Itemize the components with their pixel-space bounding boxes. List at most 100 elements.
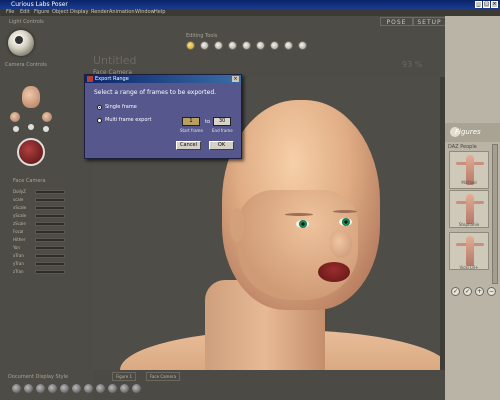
dialog-close-icon[interactable]: × [232, 76, 239, 82]
cancel-button[interactable]: Cancel [176, 141, 201, 150]
display-style-icon[interactable] [72, 384, 81, 393]
light-controls-label: Light Controls [9, 19, 44, 25]
window-title: Curious Labs Poser [11, 1, 68, 8]
poser-app-icon [87, 76, 93, 82]
param-row[interactable]: Hither [13, 237, 68, 243]
display-style-icon[interactable] [12, 384, 21, 393]
editing-tools-label: Editing Tools [186, 33, 218, 39]
title-bar: Curious Labs Poser _ □ × [0, 0, 500, 9]
dialog-message: Select a range of frames to be exported. [94, 89, 217, 96]
view-magnifier-tool-icon[interactable] [298, 41, 307, 50]
library-category[interactable]: DAZ People [448, 144, 477, 150]
display-style-icon[interactable] [48, 384, 57, 393]
add-check-icon[interactable]: ✓ [463, 287, 472, 296]
param-label: zTran [13, 269, 24, 274]
display-style-icon[interactable] [96, 384, 105, 393]
param-row[interactable]: zTran [13, 269, 68, 275]
start-frame-input[interactable]: 1 [182, 117, 200, 126]
display-style-icon[interactable] [120, 384, 129, 393]
translate-tool-icon[interactable] [214, 41, 223, 50]
param-dial[interactable] [35, 246, 65, 250]
camera-scale-icon[interactable] [43, 126, 49, 132]
param-dial[interactable] [35, 190, 65, 194]
single-frame-label: Single frame [105, 104, 137, 110]
param-label: Focal [13, 229, 24, 234]
param-dial[interactable] [35, 262, 65, 266]
param-row[interactable]: xTran [13, 253, 68, 259]
param-label: Hither [13, 237, 26, 242]
apply-check-icon[interactable]: ✓ [451, 287, 460, 296]
minimize-icon[interactable]: _ [475, 1, 482, 8]
menu-display[interactable]: Display [70, 9, 88, 16]
single-frame-radio[interactable] [97, 105, 102, 110]
param-row[interactable]: Focal [13, 229, 68, 235]
param-row[interactable]: xScale [13, 205, 68, 211]
param-dial[interactable] [35, 254, 65, 258]
camera-select-tab[interactable]: Face Camera [146, 372, 181, 381]
multi-frame-radio[interactable] [97, 118, 102, 123]
dialog-title-bar: Export Range × [85, 75, 241, 83]
param-row[interactable]: scale [13, 197, 68, 203]
end-frame-input[interactable]: 30 [213, 117, 231, 126]
right-hand-camera-icon[interactable] [42, 112, 52, 122]
display-style-icon[interactable] [60, 384, 69, 393]
param-dial[interactable] [35, 270, 65, 274]
remove-from-library-icon[interactable]: − [487, 287, 496, 296]
library-scrollbar[interactable] [492, 144, 498, 284]
maximize-icon[interactable]: □ [483, 1, 490, 8]
zoom-level: 93 % [402, 60, 423, 69]
rotate-tool-icon[interactable] [186, 41, 195, 50]
library-item-label: Vicki LR+ [459, 265, 479, 270]
menu-figure[interactable]: Figure [34, 9, 49, 16]
close-icon[interactable]: × [491, 1, 498, 8]
param-row[interactable]: yTran [13, 261, 68, 267]
library-heading: Figures [455, 128, 481, 136]
twist-tool-icon[interactable] [200, 41, 209, 50]
param-dial[interactable] [35, 222, 65, 226]
param-dial[interactable] [35, 238, 65, 242]
menu-window[interactable]: Window [135, 9, 155, 16]
color-tool-icon[interactable] [284, 41, 293, 50]
camera-trackball[interactable] [17, 138, 45, 166]
taper-tool-icon[interactable] [256, 41, 265, 50]
translate-in-out-tool-icon[interactable] [228, 41, 237, 50]
camera-rotate-icon[interactable] [28, 124, 34, 130]
menu-animation[interactable]: Animation [109, 9, 135, 16]
display-style-icon[interactable] [84, 384, 93, 393]
display-style-icon[interactable] [36, 384, 45, 393]
param-row[interactable]: DollyZ [13, 189, 68, 195]
param-label: yScale [13, 213, 27, 218]
param-dial[interactable] [35, 198, 65, 202]
display-style-icon[interactable] [24, 384, 33, 393]
end-frame-label: End frame [212, 128, 233, 133]
camera-move-icon[interactable] [13, 126, 19, 132]
library-item-label: Michael [461, 180, 477, 185]
tab-setup[interactable]: SETUP [413, 17, 446, 26]
figure-brow-right [333, 210, 357, 213]
chain-break-tool-icon[interactable] [270, 41, 279, 50]
menu-edit[interactable]: Edit [20, 9, 30, 16]
scale-tool-icon[interactable] [242, 41, 251, 50]
param-dial[interactable] [35, 230, 65, 234]
left-hand-camera-icon[interactable] [10, 112, 20, 122]
figure-eye-left [296, 220, 309, 228]
param-row[interactable]: yScale [13, 213, 68, 219]
display-style-icon[interactable] [132, 384, 141, 393]
param-row[interactable]: Yon [13, 245, 68, 251]
param-dial[interactable] [35, 214, 65, 218]
menu-render[interactable]: Render [91, 9, 109, 16]
ok-button[interactable]: OK [209, 141, 234, 150]
light-indicator-icon[interactable] [14, 35, 24, 45]
param-dial[interactable] [35, 206, 65, 210]
figure-select-tab[interactable]: Figure 1 [112, 372, 137, 381]
start-frame-label: Start frame [180, 128, 203, 133]
tab-pose[interactable]: POSE [380, 17, 413, 26]
menu-object[interactable]: Object [52, 9, 68, 16]
display-style-icon[interactable] [108, 384, 117, 393]
add-to-library-icon[interactable]: + [475, 287, 484, 296]
menu-file[interactable]: File [6, 9, 14, 16]
camera-controls [8, 78, 56, 176]
menu-help[interactable]: Help [154, 9, 165, 16]
camera-head-icon[interactable] [22, 86, 40, 108]
param-row[interactable]: zScale [13, 221, 68, 227]
